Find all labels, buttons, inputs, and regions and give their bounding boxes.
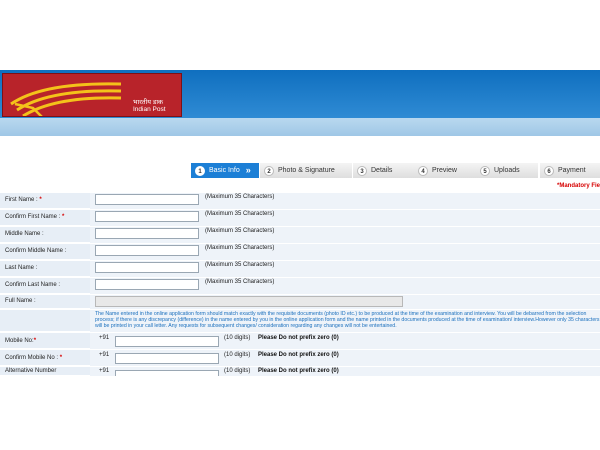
confirm-mobile-number-input[interactable]: [115, 353, 219, 364]
tab-photo-signature[interactable]: 2 Photo & Signature: [260, 163, 352, 178]
form-row-confirm-middle-name: Confirm Middle Name : (Maximum 35 Charac…: [0, 244, 600, 260]
form-row-confirm-mobile: Confirm Mobile No : * +91 (10 digits) Pl…: [0, 350, 600, 366]
field-hint: (Maximum 35 Characters): [205, 262, 275, 268]
logo-hindi-text: भारतीय डाक: [133, 99, 164, 106]
field-hint: (Maximum 35 Characters): [205, 279, 275, 285]
confirm-last-name-input[interactable]: [95, 279, 199, 290]
field-label: Middle Name :: [5, 231, 44, 237]
double-chevron-right-icon: »: [245, 165, 251, 175]
field-label: First Name : *: [5, 197, 42, 203]
field-label: Confirm Mobile No : *: [5, 355, 62, 361]
step-number: 6: [544, 165, 554, 176]
mobile-number-input[interactable]: [115, 336, 219, 347]
logo-english-text: Indian Post: [133, 106, 166, 113]
mandatory-fields-note: *Mandatory Fie: [556, 183, 600, 189]
field-label: Confirm Last Name :: [5, 282, 61, 288]
tab-basic-info[interactable]: 1 Basic Info »: [191, 163, 259, 178]
tab-details[interactable]: 3 Details: [353, 163, 415, 178]
tab-preview[interactable]: 4 Preview: [414, 163, 476, 178]
middle-name-input[interactable]: [95, 228, 199, 239]
field-hint: (Maximum 35 Characters): [205, 211, 275, 217]
form-row-alternative-number: Alternative Number +91 (10 digits) Pleas…: [0, 367, 600, 376]
step-number: 4: [418, 165, 428, 176]
digits-hint: (10 digits): [224, 352, 251, 358]
step-number: 2: [264, 165, 274, 176]
required-asterisk: *: [33, 338, 37, 344]
field-hint: (Maximum 35 Characters): [205, 194, 275, 200]
tab-payment[interactable]: 6 Payment: [540, 163, 600, 178]
no-zero-warning: Please Do not prefix zero (0): [258, 335, 339, 341]
required-asterisk: *: [59, 355, 63, 361]
field-label-text: First Name :: [5, 197, 38, 203]
field-label-text: Mobile No:: [5, 338, 34, 344]
form-row-confirm-first-name: Confirm First Name : * (Maximum 35 Chara…: [0, 210, 600, 226]
field-label: Mobile No:*: [5, 338, 36, 344]
tab-uploads[interactable]: 5 Uploads: [476, 163, 538, 178]
step-label: Details: [371, 167, 393, 174]
step-number: 5: [480, 165, 490, 176]
field-label-text: Confirm Mobile No :: [5, 355, 59, 361]
full-name-readonly-field: [95, 296, 403, 307]
digits-hint: (10 digits): [224, 368, 251, 374]
step-label: Preview: [432, 167, 457, 174]
country-code: +91: [99, 352, 110, 358]
step-number: 3: [357, 165, 367, 176]
country-code: +91: [99, 335, 110, 341]
form-row-name-note: The Name entered in the online applicati…: [0, 310, 600, 332]
last-name-input[interactable]: [95, 262, 199, 273]
india-post-logo: भारतीय डाक Indian Post: [2, 73, 182, 117]
required-asterisk: *: [62, 214, 65, 220]
first-name-input[interactable]: [95, 194, 199, 205]
form-row-first-name: First Name : * (Maximum 35 Characters): [0, 193, 600, 209]
form-row-mobile: Mobile No:* +91 (10 digits) Please Do no…: [0, 333, 600, 349]
form-row-confirm-last-name: Confirm Last Name : (Maximum 35 Characte…: [0, 278, 600, 294]
field-label: Confirm Middle Name :: [5, 248, 67, 254]
alternative-number-input[interactable]: [115, 370, 219, 376]
label-cell: [0, 310, 90, 332]
field-label: Last Name :: [5, 265, 38, 271]
field-label: Confirm First Name : *: [5, 214, 64, 220]
step-label: Uploads: [494, 167, 520, 174]
step-tabs: 1 Basic Info » 2 Photo & Signature 3 Details…: [0, 163, 600, 178]
step-label: Basic Info: [209, 167, 240, 174]
no-zero-warning: Please Do not prefix zero (0): [258, 368, 339, 374]
form-row-last-name: Last Name : (Maximum 35 Characters): [0, 261, 600, 277]
field-label: Full Name :: [5, 298, 36, 304]
step-number: 1: [195, 165, 205, 176]
field-label-text: Confirm First Name :: [5, 214, 61, 220]
digits-hint: (10 digits): [224, 335, 251, 341]
name-policy-note: The Name entered in the online applicati…: [95, 311, 600, 330]
header-subbar: [0, 118, 600, 136]
step-label: Payment: [558, 167, 586, 174]
field-hint: (Maximum 35 Characters): [205, 245, 275, 251]
step-label: Photo & Signature: [278, 167, 335, 174]
form-row-middle-name: Middle Name : (Maximum 35 Characters): [0, 227, 600, 243]
required-asterisk: *: [39, 197, 42, 203]
confirm-middle-name-input[interactable]: [95, 245, 199, 256]
confirm-first-name-input[interactable]: [95, 211, 199, 222]
field-hint: (Maximum 35 Characters): [205, 228, 275, 234]
field-label: Alternative Number: [5, 368, 57, 374]
no-zero-warning: Please Do not prefix zero (0): [258, 352, 339, 358]
form-row-full-name: Full Name :: [0, 295, 600, 309]
country-code: +91: [99, 368, 110, 374]
